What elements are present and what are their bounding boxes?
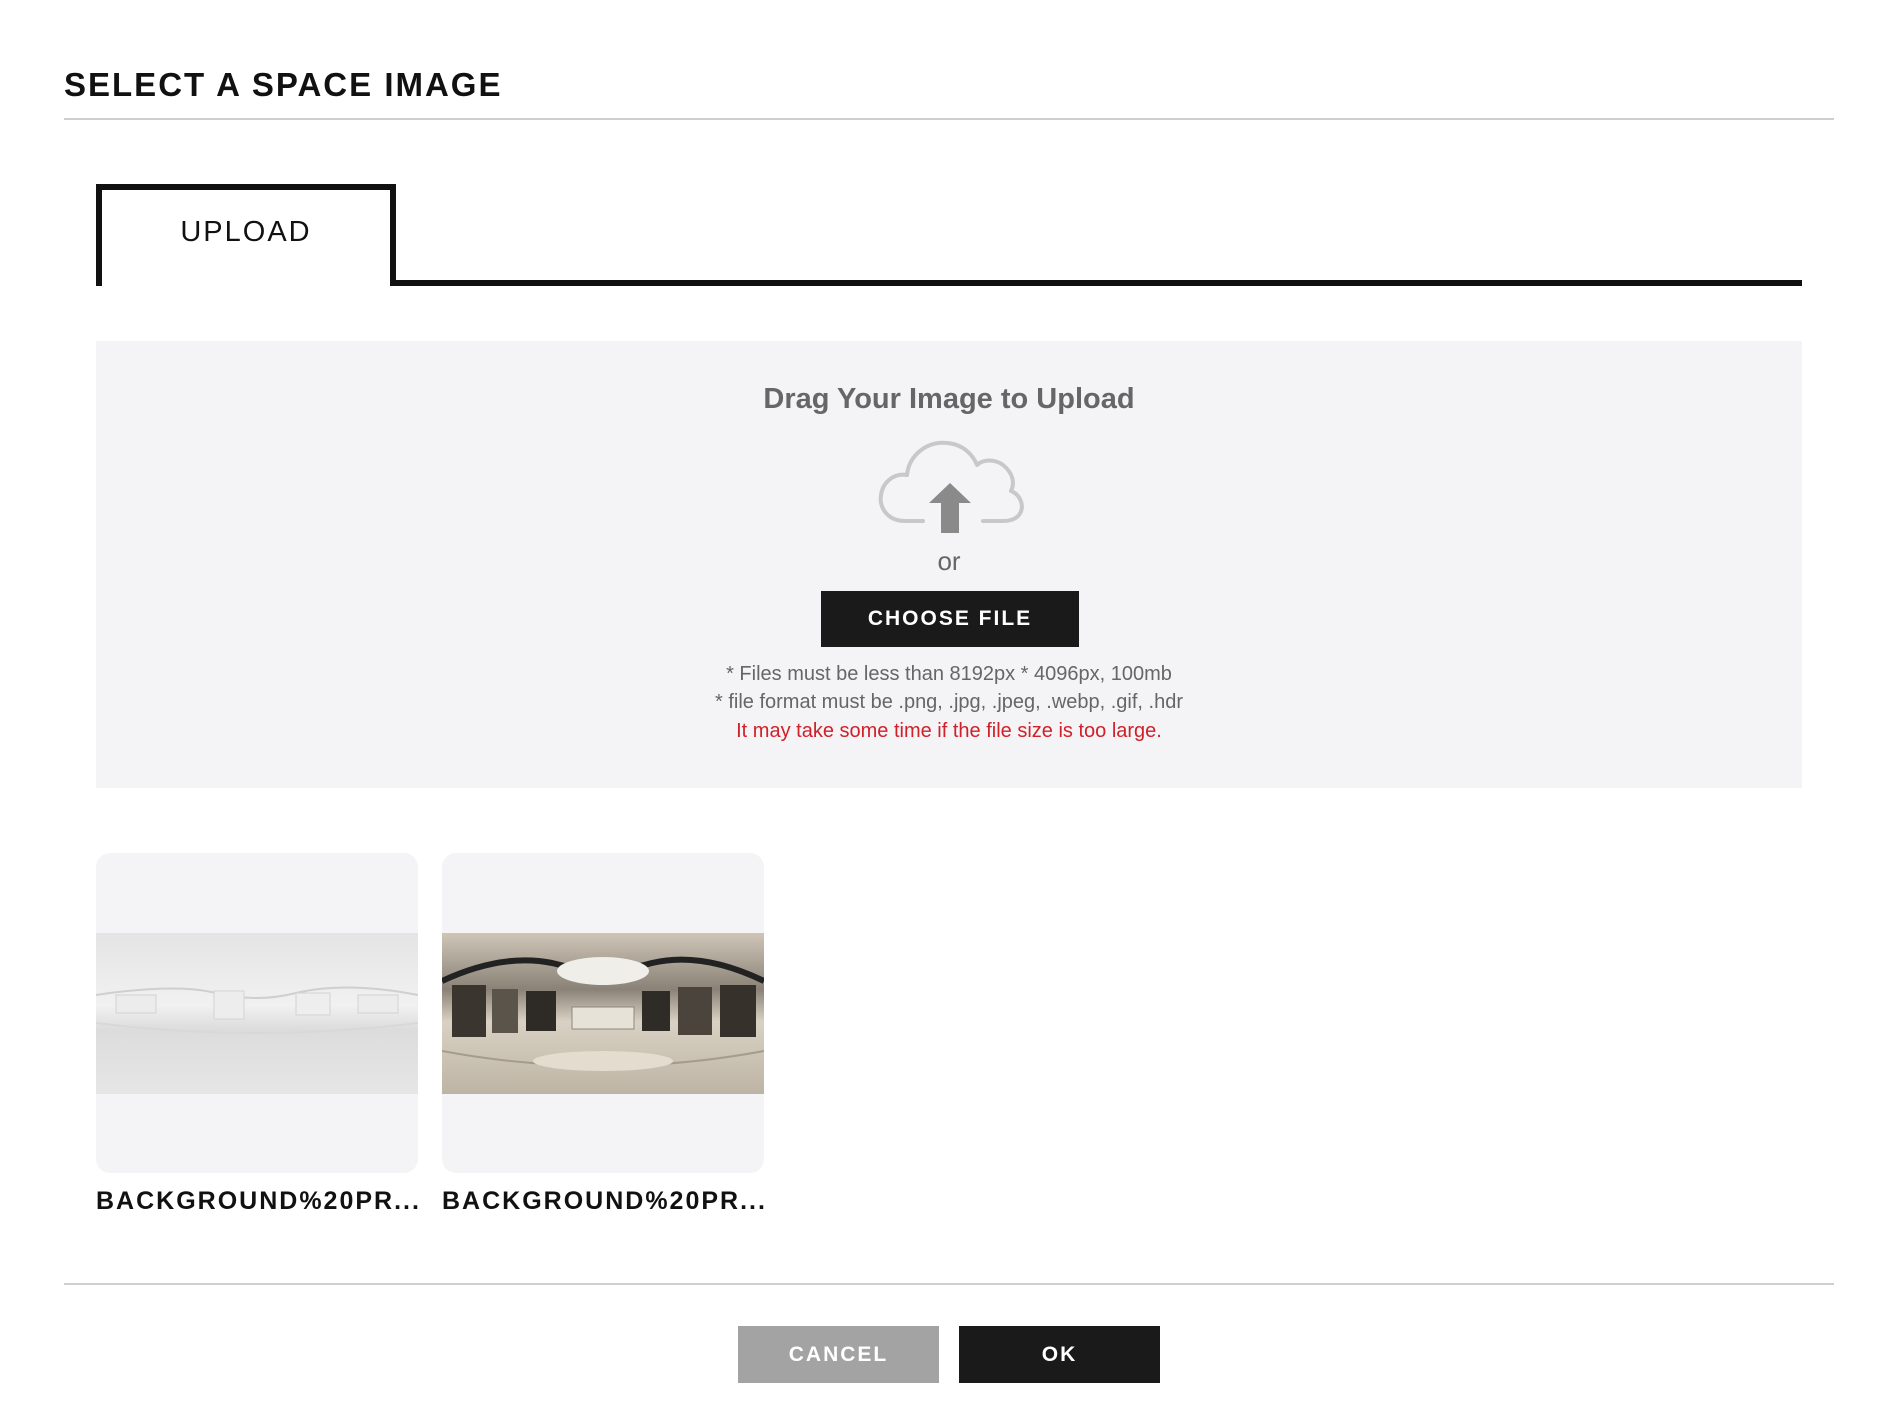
image-name: BACKGROUND%20PR... (96, 1187, 421, 1215)
size-requirement-note: * Files must be less than 8192px * 4096p… (726, 663, 1172, 685)
panorama-thumbnail-retail-store (442, 933, 764, 1094)
dialog-title: SELECT A SPACE IMAGE (64, 66, 503, 103)
image-name: BACKGROUND%20PR... (442, 1187, 767, 1215)
image-card[interactable]: BACKGROUND%20PR... (442, 853, 767, 1216)
cloud-upload-icon (878, 440, 1024, 533)
tab-bar: UPLOAD (96, 184, 1802, 286)
image-card[interactable]: BACKGROUND%20PR... (96, 853, 421, 1216)
tab-underline (396, 280, 1802, 286)
cancel-button[interactable]: CANCEL (738, 1326, 939, 1383)
format-requirement-note: * file format must be .png, .jpg, .jpeg,… (714, 691, 1184, 713)
or-separator: or (937, 546, 961, 576)
choose-file-button[interactable]: CHOOSE FILE (821, 591, 1079, 647)
drag-instruction: Drag Your Image to Upload (763, 383, 1135, 415)
tab-upload[interactable]: UPLOAD (96, 184, 396, 286)
header-divider (64, 118, 1834, 120)
ok-button[interactable]: OK (959, 1326, 1160, 1383)
upload-dropzone[interactable]: Drag Your Image to Upload or CHOOSE FILE… (96, 341, 1802, 788)
image-thumbnail-frame[interactable] (442, 853, 764, 1173)
panorama-thumbnail-white-showroom (96, 933, 418, 1094)
large-file-warning: It may take some time if the file size i… (736, 720, 1162, 742)
tab-upload-label: UPLOAD (180, 215, 312, 248)
image-thumbnail-frame[interactable] (96, 853, 418, 1173)
footer-divider (64, 1283, 1834, 1285)
